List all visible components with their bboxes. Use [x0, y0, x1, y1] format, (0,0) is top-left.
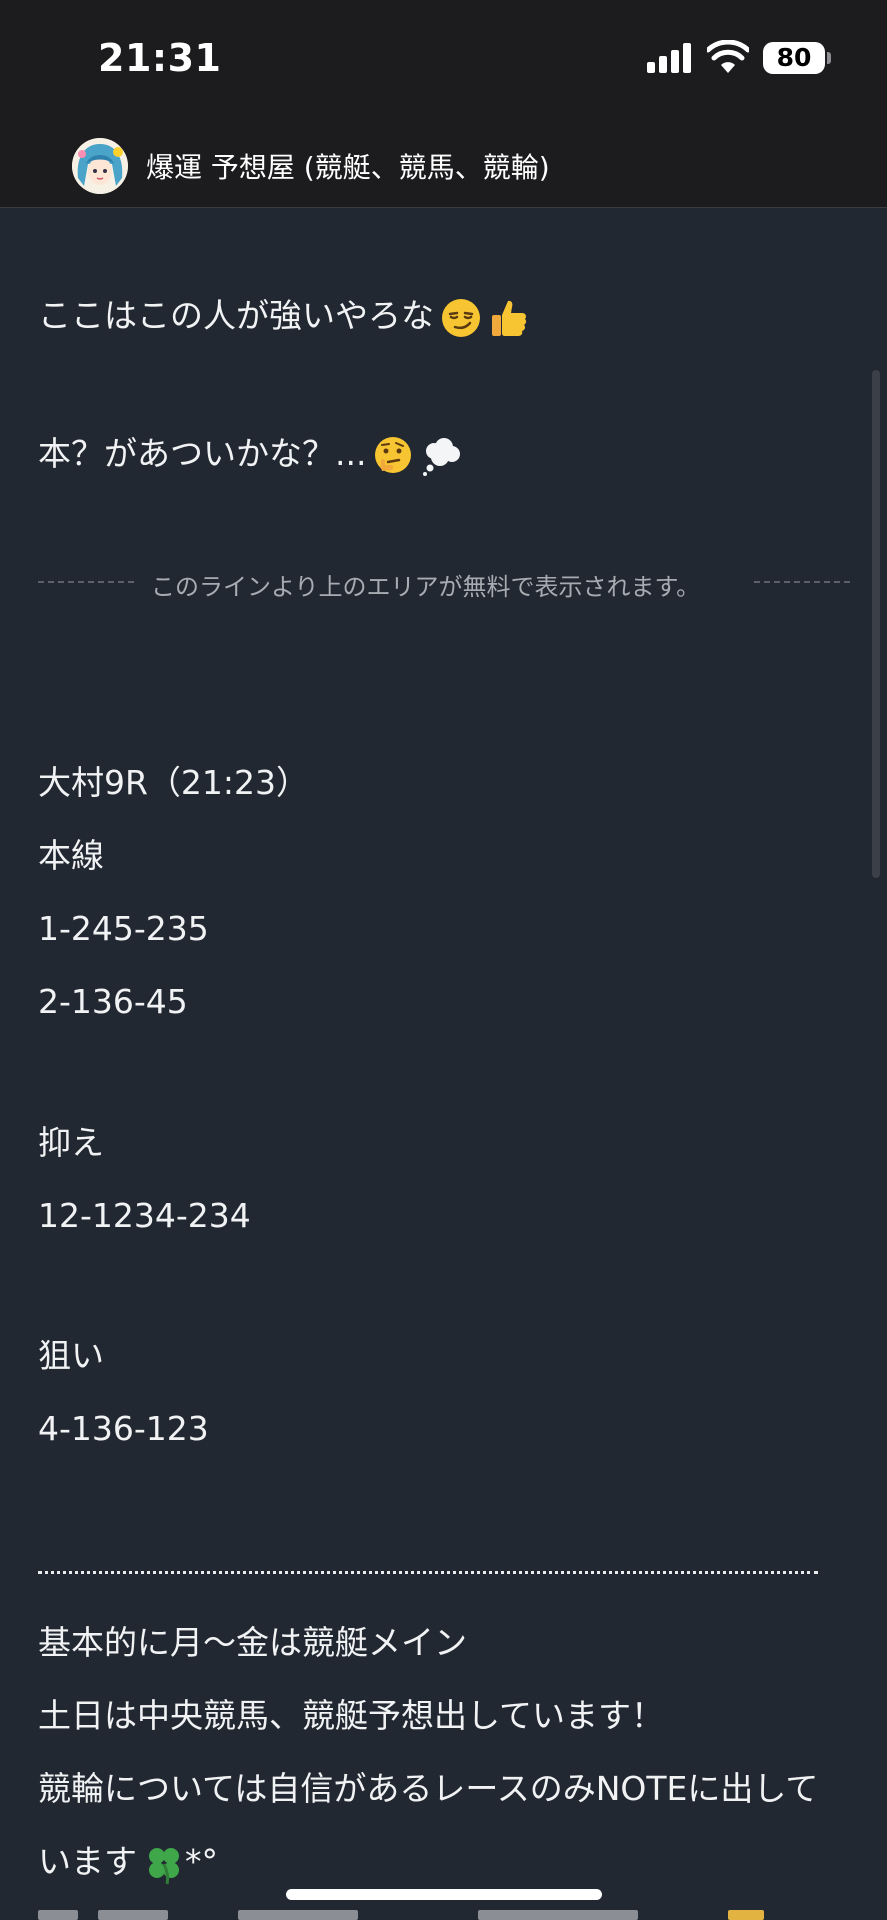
cellular-signal-icon [647, 43, 693, 73]
channel-name[interactable]: 爆運 予想屋 (競艇、競馬、競輪) [146, 146, 550, 186]
info-line-2: 土日は中央競馬、競艇予想出しています！ [38, 1696, 665, 1735]
battery-level: 80 [776, 43, 812, 72]
next-line-peek [38, 1908, 850, 1920]
target-label: 狙い [38, 1336, 104, 1375]
free-area-notice: このラインより上のエリアが無料で表示されます。 [151, 573, 701, 601]
divider-dash-right [754, 581, 850, 583]
wifi-icon [707, 40, 749, 73]
top-bar: 21:31 80 爆運 予想屋 (競艇、競馬、競輪) [0, 0, 887, 208]
info-line-4: います *° [38, 1840, 218, 1885]
intro-line-1-text: ここはこの人が強いやろな [38, 296, 434, 335]
thumbs-up-emoji-icon [492, 300, 527, 336]
page: 21:31 80 爆運 予想屋 (競艇、競馬、競輪) ここはこの人が強いやろな … [0, 0, 887, 1920]
four-leaf-clover-emoji-icon [149, 1847, 179, 1884]
main-bet-2: 2-136-45 [38, 982, 188, 1021]
smirk-emoji-icon [442, 298, 480, 337]
battery-tip [827, 52, 831, 64]
intro-line-2: 本？があついかな？... [38, 432, 462, 477]
cover-bet-1: 12-1234-234 [38, 1196, 251, 1235]
dotted-divider [38, 1571, 818, 1574]
info-line-1: 基本的に月〜金は競艇メイン [38, 1623, 467, 1662]
home-indicator[interactable] [286, 1889, 602, 1900]
race-title: 大村9R（21:23） [38, 763, 310, 802]
scrollbar[interactable] [872, 370, 880, 878]
status-time: 21:31 [98, 36, 222, 80]
main-label: 本線 [38, 836, 104, 875]
thought-balloon-emoji-icon [423, 437, 461, 476]
cover-label: 抑え [38, 1123, 104, 1162]
free-area-divider: このラインより上のエリアが無料で表示されます。 [38, 567, 850, 601]
anime-girl-avatar-icon [72, 138, 128, 194]
battery-icon: 80 [763, 42, 825, 74]
channel-avatar[interactable] [72, 138, 128, 194]
intro-line-1: ここはこの人が強いやろな [38, 294, 530, 339]
info-line-3: 競輪については自信があるレースのみNOTEに出して [38, 1769, 819, 1808]
divider-dash-left [38, 581, 134, 583]
main-bet-1: 1-245-235 [38, 909, 209, 948]
intro-line-2-text: 本？があついかな？... [38, 434, 367, 473]
info-line-4-suffix: *° [185, 1842, 218, 1881]
info-line-4-text: います [38, 1842, 137, 1881]
target-bet-1: 4-136-123 [38, 1409, 209, 1448]
thinking-face-emoji-icon [375, 436, 412, 473]
